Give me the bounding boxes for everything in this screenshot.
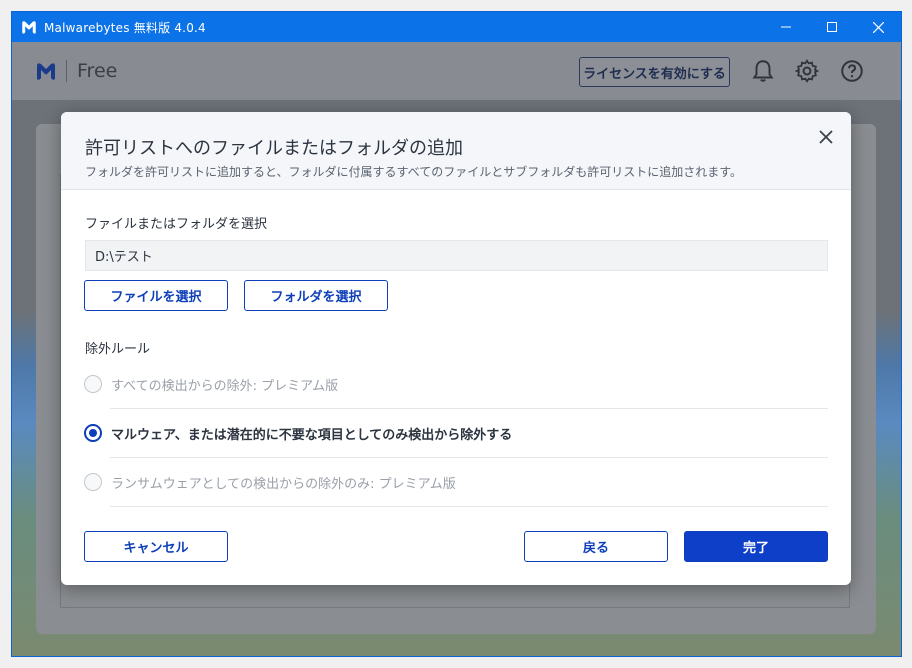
radio-dot [89, 429, 97, 437]
activate-license-button[interactable]: ライセンスを有効にする [579, 57, 730, 87]
dialog-close-button[interactable] [815, 126, 837, 148]
select-folder-button[interactable]: フォルダを選択 [244, 280, 388, 311]
close-window-button[interactable] [855, 12, 901, 42]
maximize-button[interactable] [809, 12, 855, 42]
exclusion-rules-label: 除外ルール [85, 342, 151, 357]
done-button[interactable]: 完了 [684, 531, 828, 562]
dialog-title: 許可リストへのファイルまたはフォルダの追加 [85, 138, 463, 159]
gear-icon[interactable] [794, 58, 820, 84]
radio-button[interactable] [84, 473, 102, 491]
close-icon [872, 21, 884, 33]
malwarebytes-logo-icon [37, 63, 55, 80]
malwarebytes-logo-icon [22, 21, 36, 34]
select-target-label: ファイルまたはフォルダを選択 [85, 217, 268, 232]
header-divider [66, 60, 67, 82]
dialog-header: 許可リストへのファイルまたはフォルダの追加 フォルダを許可リストに追加すると、フ… [61, 112, 851, 190]
radio-button[interactable] [84, 375, 102, 393]
rule-option-label: マルウェア、または潜在的に不要な項目としてのみ検出から除外する [111, 427, 513, 443]
help-icon[interactable] [839, 58, 865, 84]
selected-path-field[interactable]: D:\テスト [85, 240, 828, 271]
maximize-icon [827, 22, 837, 32]
window-controls [763, 12, 901, 42]
back-button[interactable]: 戻る [524, 531, 668, 562]
rule-option-label: すべての検出からの除外: プレミアム版 [111, 378, 339, 394]
bell-icon[interactable] [750, 58, 776, 84]
cancel-button[interactable]: キャンセル [84, 531, 228, 562]
rule-option-all-detections[interactable]: すべての検出からの除外: プレミアム版 [83, 360, 829, 408]
rule-option-ransomware[interactable]: ランサムウェアとしての検出からの除外のみ: プレミアム版 [83, 458, 829, 506]
dialog-subtitle: フォルダを許可リストに追加すると、フォルダに付属するすべてのファイルとサブフォル… [85, 165, 743, 179]
add-to-allow-list-dialog: 許可リストへのファイルまたはフォルダの追加 フォルダを許可リストに追加すると、フ… [61, 112, 851, 585]
minimize-button[interactable] [763, 12, 809, 42]
window-title: Malwarebytes 無料版 4.0.4 [44, 20, 206, 35]
radio-button-selected[interactable] [84, 424, 102, 442]
rule-option-label: ランサムウェアとしての検出からの除外のみ: プレミアム版 [111, 476, 456, 492]
title-bar[interactable]: Malwarebytes 無料版 4.0.4 [12, 12, 901, 42]
rule-option-malware-pup[interactable]: マルウェア、または潜在的に不要な項目としてのみ検出から除外する [83, 409, 829, 457]
window: Malwarebytes 無料版 4.0.4 Free ライセンスを有効にする [0, 0, 912, 668]
select-file-button[interactable]: ファイルを選択 [84, 280, 228, 311]
divider [110, 506, 828, 507]
close-icon [819, 130, 833, 144]
edition-label: Free [77, 60, 118, 82]
app-header: Free ライセンスを有効にする [12, 42, 901, 100]
minimize-icon [781, 26, 791, 28]
